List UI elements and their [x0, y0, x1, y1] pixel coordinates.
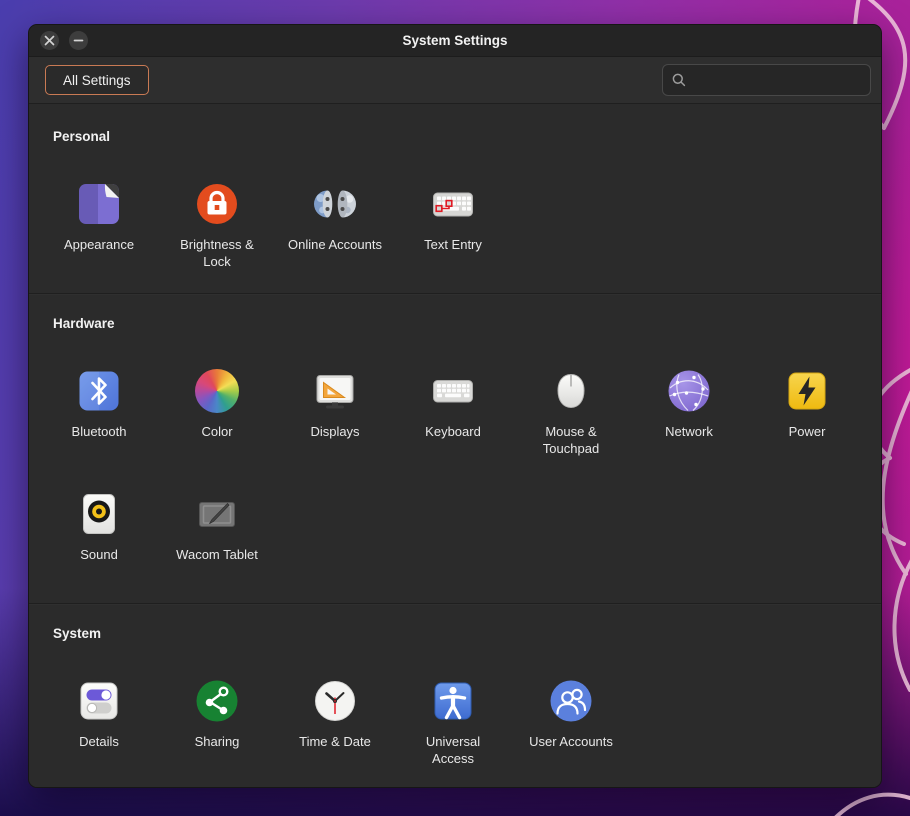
share-icon: [193, 677, 241, 725]
settings-item-label: Sharing: [195, 734, 240, 751]
section-header-personal: Personal: [29, 129, 881, 144]
users-icon: [547, 677, 595, 725]
settings-item-label: Power: [789, 424, 826, 441]
settings-item-appearance[interactable]: Appearance: [40, 180, 158, 293]
settings-item-label: Sound: [80, 547, 118, 564]
online-accounts-icon: [311, 180, 359, 228]
settings-item-bluetooth[interactable]: Bluetooth: [40, 367, 158, 480]
toggles-icon: [75, 677, 123, 725]
settings-item-label: Brightness & Lock: [169, 237, 265, 270]
settings-item-sound[interactable]: Sound: [40, 490, 158, 603]
settings-item-universal-access[interactable]: Universal Access: [394, 677, 512, 787]
system-settings-window: System Settings All Settings Personal: [28, 24, 882, 788]
settings-item-power[interactable]: Power: [748, 367, 866, 480]
power-bolt-icon: [783, 367, 831, 415]
section-divider: [29, 603, 881, 604]
bluetooth-icon: [75, 367, 123, 415]
settings-item-label: Keyboard: [425, 424, 481, 441]
settings-item-online-accounts[interactable]: Online Accounts: [276, 180, 394, 293]
settings-item-mouse-touchpad[interactable]: Mouse & Touchpad: [512, 367, 630, 480]
settings-item-color[interactable]: Color: [158, 367, 276, 480]
brightness-lock-icon: [193, 180, 241, 228]
settings-item-label: Wacom Tablet: [176, 547, 258, 564]
section-divider: [29, 293, 881, 294]
settings-item-displays[interactable]: Displays: [276, 367, 394, 480]
settings-item-details[interactable]: Details: [40, 677, 158, 787]
text-entry-icon: [429, 180, 477, 228]
section-header-hardware: Hardware: [29, 316, 881, 331]
close-button[interactable]: [40, 31, 59, 50]
wacom-tablet-icon: [193, 490, 241, 538]
window-title: System Settings: [29, 33, 881, 48]
hardware-grid: Bluetooth Color Displays: [29, 367, 869, 603]
minimize-icon: [73, 35, 84, 46]
settings-item-brightness-lock[interactable]: Brightness & Lock: [158, 180, 276, 293]
accessibility-icon: [429, 677, 477, 725]
close-icon: [44, 35, 55, 46]
minimize-button[interactable]: [69, 31, 88, 50]
settings-item-sharing[interactable]: Sharing: [158, 677, 276, 787]
settings-item-label: Text Entry: [424, 237, 482, 254]
toolbar: All Settings: [29, 57, 881, 104]
search-icon: [671, 72, 687, 88]
settings-item-label: Details: [79, 734, 119, 751]
appearance-icon: [75, 180, 123, 228]
settings-item-label: User Accounts: [529, 734, 613, 751]
system-grid: Details Sharing: [29, 677, 869, 787]
settings-item-label: Appearance: [64, 237, 134, 254]
settings-item-wacom-tablet[interactable]: Wacom Tablet: [158, 490, 276, 603]
search-input[interactable]: [693, 73, 862, 88]
settings-item-user-accounts[interactable]: User Accounts: [512, 677, 630, 787]
settings-item-network[interactable]: Network: [630, 367, 748, 480]
settings-item-label: Color: [201, 424, 232, 441]
network-globe-icon: [665, 367, 713, 415]
settings-content: Personal Appearance: [29, 104, 881, 787]
color-wheel-icon: [193, 367, 241, 415]
titlebar: System Settings: [29, 25, 881, 57]
search-box[interactable]: [662, 64, 871, 96]
speaker-icon: [75, 490, 123, 538]
all-settings-button[interactable]: All Settings: [45, 65, 149, 95]
settings-item-label: Network: [665, 424, 713, 441]
settings-item-text-entry[interactable]: Text Entry: [394, 180, 512, 293]
settings-item-keyboard[interactable]: Keyboard: [394, 367, 512, 480]
settings-item-label: Displays: [310, 424, 359, 441]
settings-item-label: Online Accounts: [288, 237, 382, 254]
mouse-icon: [547, 367, 595, 415]
displays-icon: [311, 367, 359, 415]
clock-icon: [311, 677, 359, 725]
settings-item-label: Universal Access: [405, 734, 501, 767]
settings-item-time-date[interactable]: Time & Date: [276, 677, 394, 787]
settings-item-label: Time & Date: [299, 734, 371, 751]
keyboard-icon: [429, 367, 477, 415]
section-header-system: System: [29, 626, 881, 641]
settings-item-label: Bluetooth: [72, 424, 127, 441]
settings-item-label: Mouse & Touchpad: [523, 424, 619, 457]
personal-grid: Appearance Brightness & Lock: [29, 180, 869, 293]
